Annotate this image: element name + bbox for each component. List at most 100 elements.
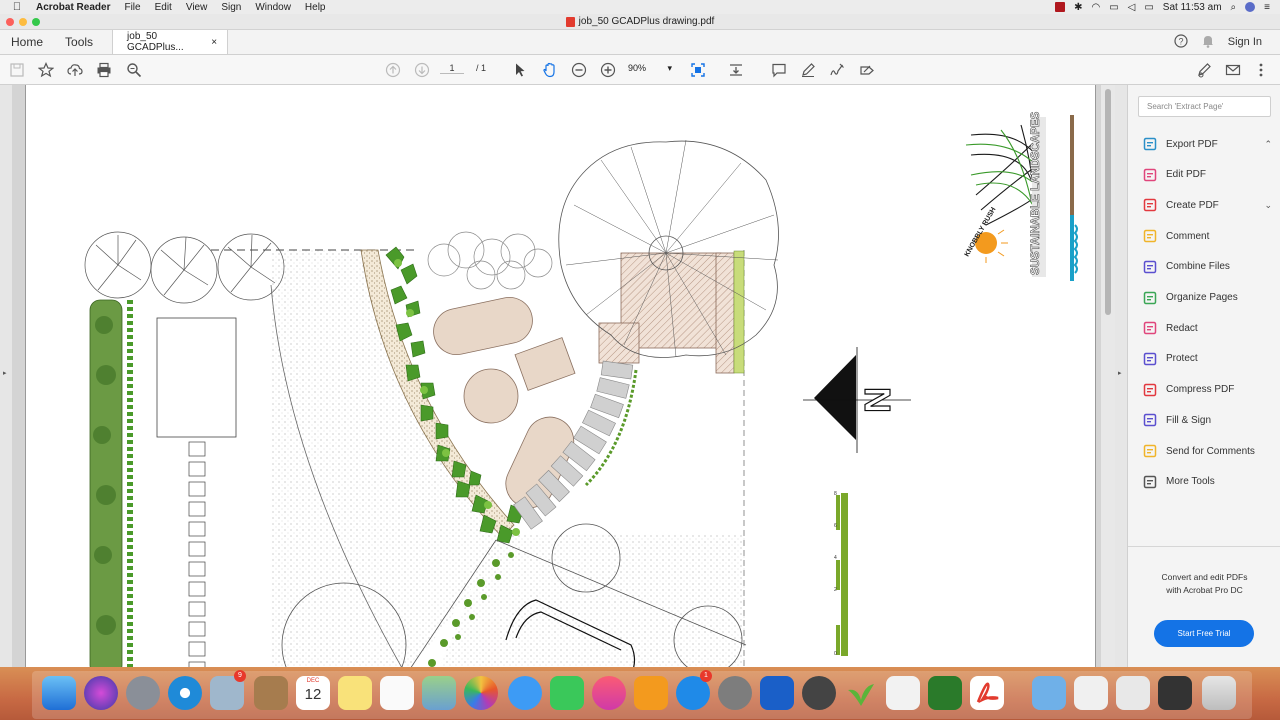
comment-icon[interactable] xyxy=(770,61,788,79)
photos-icon[interactable] xyxy=(464,676,498,710)
ibooks-icon[interactable] xyxy=(634,676,668,710)
notification-center-icon[interactable]: ≡ xyxy=(1264,2,1270,13)
battery-icon[interactable]: ▭ xyxy=(1144,2,1153,13)
upload-cloud-icon[interactable] xyxy=(66,61,84,79)
volume-icon[interactable]: ◁ xyxy=(1128,2,1136,13)
minimize-window-button[interactable] xyxy=(19,18,27,26)
tool-redact[interactable]: Redact xyxy=(1142,319,1272,337)
zoom-in-icon[interactable] xyxy=(599,61,617,79)
zoom-level-select[interactable]: 90% ▾ xyxy=(628,63,672,74)
start-free-trial-button[interactable]: Start Free Trial xyxy=(1154,620,1254,647)
hand-tool-icon[interactable] xyxy=(541,61,559,79)
draw-signature-icon[interactable] xyxy=(828,61,846,79)
calendar-icon[interactable]: DEC 12 xyxy=(296,676,330,710)
pdf-page[interactable]: N 8 6 4 2 0 SUSTAINABLE LANDSCAPES KNOBB… xyxy=(25,85,1096,667)
fill-sign-icon[interactable] xyxy=(858,61,876,79)
tab-home[interactable]: Home xyxy=(0,30,54,54)
menu-view[interactable]: View xyxy=(179,2,215,13)
finder-icon[interactable] xyxy=(42,676,76,710)
chevron-up-icon[interactable]: ⌃ xyxy=(1264,139,1272,150)
menu-window[interactable]: Window xyxy=(248,2,298,13)
screen-recorder-icon[interactable] xyxy=(802,676,836,710)
itunes-icon[interactable] xyxy=(592,676,626,710)
reminders-icon[interactable] xyxy=(380,676,414,710)
tool-send-for-comments[interactable]: Send for Comments xyxy=(1142,442,1272,460)
scrollbar-thumb[interactable] xyxy=(1105,89,1111,315)
textedit-icon[interactable] xyxy=(886,676,920,710)
app-store-icon[interactable]: 1 xyxy=(676,670,712,710)
tool-organize-pages[interactable]: Organize Pages xyxy=(1142,289,1272,307)
previous-page-icon[interactable] xyxy=(384,61,402,79)
zoom-out-icon[interactable] xyxy=(570,61,588,79)
page-number-input[interactable]: 1 xyxy=(440,63,464,74)
select-cursor-icon[interactable] xyxy=(511,61,529,79)
menu-edit[interactable]: Edit xyxy=(148,2,179,13)
tool-fill-sign[interactable]: Fill & Sign xyxy=(1142,411,1272,429)
menu-sign[interactable]: Sign xyxy=(214,2,248,13)
plant-app-icon[interactable] xyxy=(844,676,878,710)
save-icon[interactable] xyxy=(8,61,26,79)
tool-compress-pdf[interactable]: Compress PDF xyxy=(1142,381,1272,399)
tool-more-tools[interactable]: More Tools xyxy=(1142,473,1272,491)
menu-app-name[interactable]: Acrobat Reader xyxy=(34,2,117,13)
bluetooth-icon[interactable]: ✱ xyxy=(1074,2,1082,13)
notes-icon[interactable] xyxy=(338,676,372,710)
zoom-search-icon[interactable] xyxy=(125,61,143,79)
sign-in-link[interactable]: Sign In xyxy=(1228,36,1262,48)
next-page-icon[interactable] xyxy=(413,61,431,79)
clock[interactable]: Sat 11:53 am xyxy=(1163,2,1222,13)
highlight-pen-icon[interactable] xyxy=(799,61,817,79)
right-panel-toggle[interactable]: ▸ xyxy=(1115,85,1127,667)
fit-page-icon[interactable] xyxy=(689,61,707,79)
more-options-icon[interactable] xyxy=(1252,61,1270,79)
close-window-button[interactable] xyxy=(6,18,14,26)
maps-icon[interactable] xyxy=(422,676,456,710)
tool-combine-files[interactable]: Combine Files xyxy=(1142,258,1272,276)
chevron-down-icon[interactable]: ⌄ xyxy=(1264,200,1272,211)
messages-icon[interactable] xyxy=(508,676,542,710)
left-panel-toggle[interactable]: ▸ xyxy=(0,85,12,667)
downloads-stack-icon[interactable] xyxy=(1116,676,1150,710)
tool-edit-pdf[interactable]: Edit PDF xyxy=(1142,166,1272,184)
applications-folder-icon[interactable] xyxy=(1032,676,1066,710)
photos-app-icon[interactable]: 9 xyxy=(210,670,246,710)
acrobat-reader-icon[interactable] xyxy=(970,676,1004,710)
document-viewer[interactable]: ▸ N 8 6 4 2 0 SUSTAINABLE LANDSCAPES KNO… xyxy=(0,85,1127,667)
tools-search-input[interactable]: Search 'Extract Page' xyxy=(1138,96,1271,117)
siri-dock-icon[interactable] xyxy=(84,676,118,710)
system-preferences-icon[interactable] xyxy=(718,676,752,710)
contacts-icon[interactable] xyxy=(254,676,288,710)
document-stack-icon[interactable] xyxy=(1074,676,1108,710)
vertical-scrollbar[interactable] xyxy=(1101,85,1115,667)
airplay-icon[interactable]: ▭ xyxy=(1109,2,1118,13)
facetime-icon[interactable] xyxy=(550,676,584,710)
gcadplus-icon[interactable] xyxy=(928,676,962,710)
spotlight-icon[interactable]: ⌕ xyxy=(1231,2,1237,13)
tool-create-pdf[interactable]: Create PDF ⌄ xyxy=(1142,196,1272,214)
close-tab-icon[interactable]: × xyxy=(211,37,217,48)
share-link-icon[interactable] xyxy=(1195,61,1213,79)
wifi-icon[interactable]: ◠ xyxy=(1091,2,1100,13)
tool-protect[interactable]: Protect xyxy=(1142,350,1272,368)
screenshots-stack-icon[interactable] xyxy=(1158,676,1192,710)
email-icon[interactable] xyxy=(1224,61,1242,79)
tool-comment[interactable]: Comment xyxy=(1142,227,1272,245)
menu-help[interactable]: Help xyxy=(298,2,333,13)
apple-menu-icon[interactable]:  xyxy=(0,1,34,13)
status-app-icon[interactable] xyxy=(1055,2,1066,12)
bookmark-star-icon[interactable] xyxy=(37,61,55,79)
dropbox-icon[interactable] xyxy=(760,676,794,710)
zoom-window-button[interactable] xyxy=(32,18,40,26)
tab-document[interactable]: job_50 GCADPlus... × xyxy=(112,30,229,54)
siri-icon[interactable] xyxy=(1245,2,1256,12)
menu-file[interactable]: File xyxy=(117,2,147,13)
tab-tools[interactable]: Tools xyxy=(54,30,104,54)
scroll-mode-icon[interactable] xyxy=(727,61,745,79)
launchpad-icon[interactable] xyxy=(126,676,160,710)
notification-bell-icon[interactable] xyxy=(1202,34,1214,51)
tool-export-pdf[interactable]: Export PDF ⌃ xyxy=(1142,135,1272,153)
print-icon[interactable] xyxy=(95,61,113,79)
help-icon[interactable]: ? xyxy=(1174,33,1188,51)
safari-icon[interactable] xyxy=(168,676,202,710)
trash-icon[interactable] xyxy=(1202,676,1236,710)
